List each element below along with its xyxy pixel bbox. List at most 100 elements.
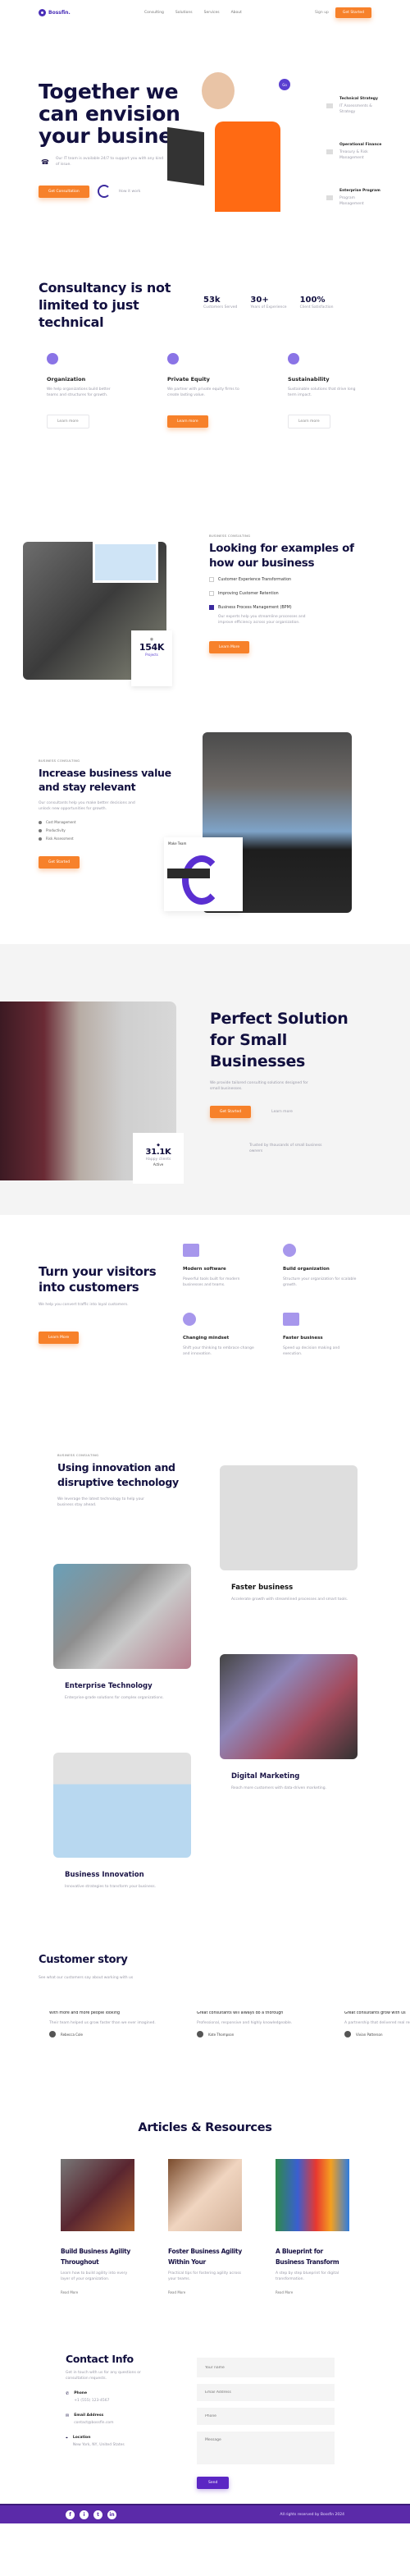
feature-icon: [326, 149, 333, 154]
stat: 100% Client Satisfaction: [299, 296, 334, 309]
feature-icon: [326, 103, 333, 108]
contact-form: Send: [197, 2358, 335, 2489]
consultation-button[interactable]: Get Consultation: [39, 185, 89, 198]
sustainability-icon: [288, 353, 299, 364]
hero-badge: Go: [279, 79, 290, 90]
checkbox[interactable]: [209, 591, 214, 596]
nav-link[interactable]: Solutions: [175, 11, 193, 15]
message-input[interactable]: [197, 2432, 335, 2464]
card-image: [53, 1564, 191, 1669]
play-icon[interactable]: [97, 185, 111, 198]
innovation-card[interactable]: Enterprise Technology Enterprise-grade so…: [53, 1564, 191, 1701]
article-card[interactable]: Foster Business Agility Within Your Pract…: [168, 2159, 242, 2294]
checklist-item[interactable]: Business Process Management (BPM): [209, 605, 357, 610]
examples-section: ◉ 154K Projects BUSINESS CONSULTING Look…: [0, 517, 410, 722]
checklist-item[interactable]: Improving Customer Retention: [209, 591, 357, 596]
name-input[interactable]: [197, 2358, 335, 2377]
feature-item: Build organization Structure your organiz…: [283, 1244, 365, 1288]
card-image: [220, 1654, 358, 1759]
article-card[interactable]: Build Business Agility Throughout Learn h…: [61, 2159, 134, 2294]
testimonial-card: With more and more people looking Their t…: [49, 2011, 156, 2037]
location-icon: ⌖: [66, 2436, 68, 2441]
article-image: [168, 2159, 242, 2231]
section-title: Consultancy is not limited to just techn…: [39, 280, 171, 330]
read-more-link[interactable]: Read More: [61, 2290, 134, 2294]
visitors-section: Turn your visitors into customers We hel…: [0, 1215, 410, 1437]
checklist-item[interactable]: Customer Experience Transformation: [209, 577, 357, 582]
email-icon: ✉: [66, 2413, 70, 2418]
read-more-link[interactable]: Read More: [276, 2290, 349, 2294]
articles-section: Articles & Resources Build Business Agil…: [0, 2093, 410, 2331]
contact-email: ✉ Email Address contact@bossfin.com: [66, 2413, 114, 2425]
nav-link[interactable]: About: [231, 11, 242, 15]
hero-section: Together we can envision your business ☎…: [0, 25, 410, 230]
increase-value-section: BUSINESS CONSULTING Increase business va…: [0, 722, 410, 944]
get-started-button[interactable]: Get Started: [210, 1106, 252, 1118]
perfect-solution-section: ◆ 31.1K Happy clients Active Perfect Sol…: [0, 944, 410, 1215]
brand-logo[interactable]: Bossfin.: [39, 8, 71, 16]
learn-more-link[interactable]: Learn more: [271, 1110, 293, 1114]
article-image: [276, 2159, 349, 2231]
feature-item: Modern software Powerful tools built for …: [183, 1244, 283, 1288]
team-card: Make Team: [164, 837, 243, 911]
bullet-item: Cost Management: [39, 820, 186, 824]
mindset-icon: [183, 1313, 196, 1326]
twitter-icon[interactable]: t: [93, 2510, 102, 2519]
linkedin-icon[interactable]: in: [107, 2510, 116, 2519]
section-title: Using innovation and disruptive technolo…: [57, 1461, 179, 1488]
navbar: Bossfin. Consulting Solutions Services A…: [0, 0, 410, 25]
instagram-icon[interactable]: i: [80, 2510, 89, 2519]
stat-card: ◆ 31.1K Happy clients Active: [133, 1133, 184, 1184]
footer: f i t in All rights reserved by Bossfin …: [0, 2504, 410, 2523]
video-link[interactable]: How it work: [119, 189, 141, 195]
learn-more-button[interactable]: Learn more: [288, 415, 330, 429]
phone-icon: ✆: [66, 2391, 70, 2396]
get-started-button[interactable]: Get Started: [335, 7, 371, 18]
read-more-link[interactable]: Read More: [168, 2290, 242, 2294]
contact-section: Contact Info Get in touch with us for an…: [0, 2331, 410, 2504]
avatar: [344, 2031, 351, 2037]
section-title: Increase business value and stay relevan…: [39, 767, 171, 793]
learn-more-button[interactable]: Learn More: [39, 1332, 80, 1344]
feature-item: Technical Strategy IT Assessments & Strat…: [326, 97, 382, 115]
article-image: [61, 2159, 134, 2231]
copyright: All rights reserved by Bossfin 2024: [280, 2512, 344, 2517]
facebook-icon[interactable]: f: [66, 2510, 75, 2519]
feature-icon: [326, 195, 333, 200]
contact-location: ⌖ Location New York, NY, United States: [66, 2436, 125, 2447]
service-card: Private Equity We partner with private eq…: [167, 353, 241, 429]
avatar: [49, 2031, 56, 2037]
learn-more-button[interactable]: Learn more: [47, 415, 89, 429]
innovation-card[interactable]: Business Innovation Innovative strategies…: [53, 1753, 191, 1890]
innovation-card[interactable]: Faster business Accelerate growth with st…: [220, 1465, 358, 1602]
learn-more-button[interactable]: Learn more: [167, 415, 208, 428]
feature-item: Operational Finance Treasury & Risk Manag…: [326, 143, 382, 161]
email-input[interactable]: [197, 2384, 335, 2401]
get-started-button[interactable]: Get Started: [39, 856, 80, 869]
stat: 30+ Years of Experience: [250, 296, 287, 309]
checkbox[interactable]: [209, 577, 214, 582]
phone-input[interactable]: [197, 2408, 335, 2425]
bullet-item: Productivity: [39, 828, 186, 832]
send-button[interactable]: Send: [197, 2477, 230, 2489]
nav-link[interactable]: Consulting: [144, 11, 164, 15]
nav-link[interactable]: Services: [204, 11, 220, 15]
checkbox-checked[interactable]: [209, 605, 214, 610]
card-image: [53, 1753, 191, 1858]
progress-ring: [182, 855, 221, 905]
social-links: f i t in: [66, 2510, 116, 2519]
fast-forward-icon: [283, 1313, 299, 1326]
innovation-card[interactable]: Digital Marketing Reach more customers wi…: [220, 1654, 358, 1791]
article-card[interactable]: A Blueprint for Business Transform A step…: [276, 2159, 349, 2294]
signup-link[interactable]: Sign up: [315, 11, 329, 15]
feature-item: Enterprise Program Program Management: [326, 189, 382, 207]
testimonial-card: Great consultants will always do a thoro…: [197, 2011, 293, 2037]
learn-more-button[interactable]: Learn More: [209, 641, 250, 653]
hero-description: Our IT team is available 24/7 to support…: [55, 157, 164, 167]
organization-icon: [47, 353, 58, 364]
section-title: Customer story: [39, 1954, 128, 1966]
card-image: [220, 1465, 358, 1570]
section-title: Articles & Resources: [138, 2121, 272, 2134]
consultancy-section: Consultancy is not limited to just techn…: [0, 263, 410, 517]
phone-icon: ☎: [41, 158, 49, 166]
